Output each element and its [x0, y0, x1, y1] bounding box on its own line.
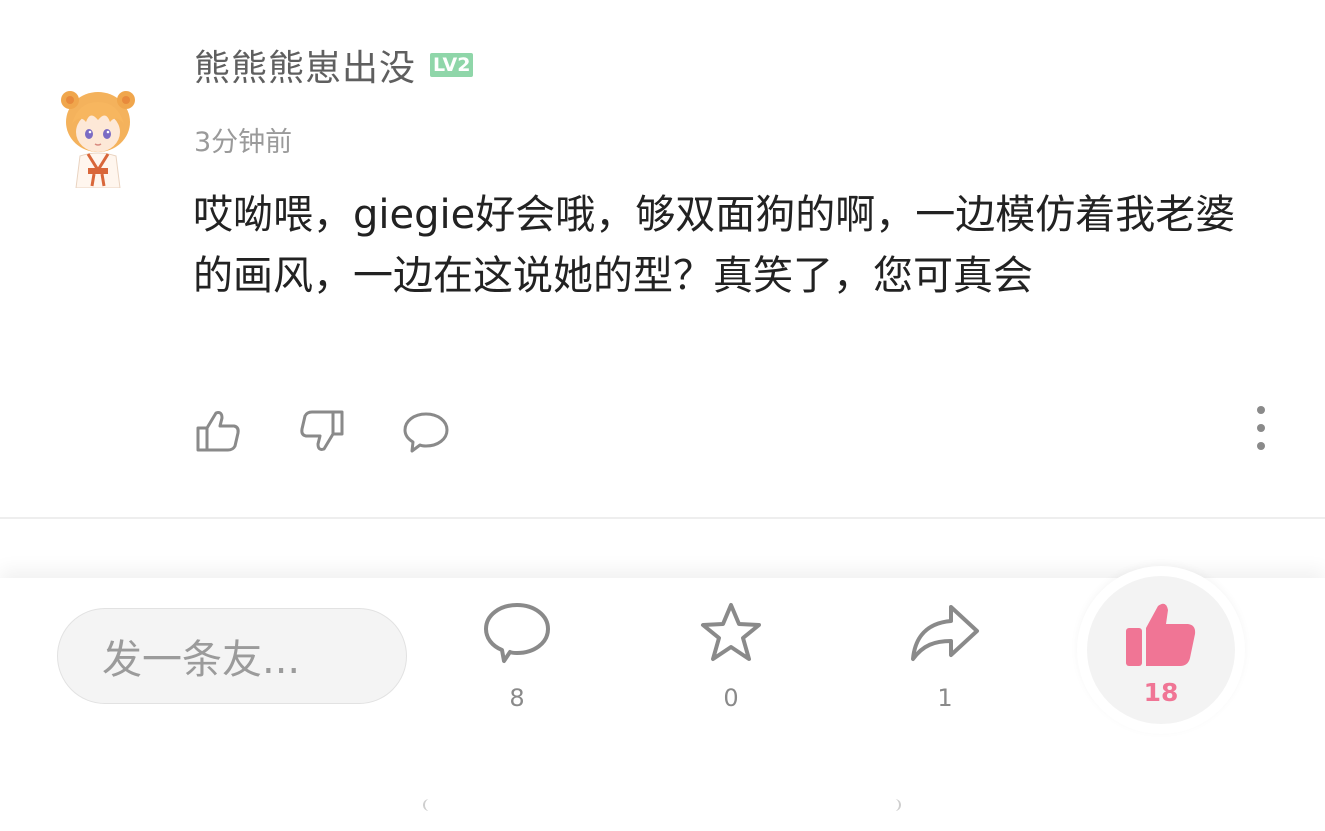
reply-button[interactable] [398, 404, 454, 458]
divider [0, 517, 1325, 519]
like-count: 18 [1143, 678, 1179, 707]
comment-actions [190, 404, 502, 458]
comment-timestamp: 3分钟前 [194, 127, 293, 158]
favorite-count: 0 [723, 684, 739, 712]
like-button[interactable] [190, 404, 246, 458]
reply-placeholder: 发一条友... [102, 637, 301, 683]
thumbs-up-outline-icon [196, 411, 240, 452]
share-button[interactable]: 1 [890, 596, 1000, 716]
vertical-dots-icon [1257, 406, 1265, 414]
username[interactable]: 熊熊熊崽出没 [194, 39, 416, 91]
home-indicator[interactable] [425, 798, 899, 812]
comment-count: 8 [509, 684, 525, 712]
share-arrow-icon [911, 605, 979, 661]
star-icon [701, 603, 761, 661]
reply-input[interactable]: 发一条友... [57, 608, 407, 704]
comment-item: 熊熊熊崽出没 LV2 3分钟前 哎呦喂，giegie好会哦，够双面狗的啊，一边模… [0, 0, 1325, 518]
more-options-button[interactable] [1246, 402, 1276, 454]
comment-bubble-icon [484, 603, 550, 663]
bottom-action-bar: 发一条友... 8 0 1 18 [0, 566, 1325, 831]
speech-bubble-icon [403, 412, 449, 453]
thumbs-down-outline-icon [300, 410, 344, 451]
like-video-button[interactable]: 18 [1077, 566, 1245, 734]
comment-text: 哎呦喂，giegie好会哦，够双面狗的啊，一边模仿着我老婆的画风，一边在这说她的… [193, 192, 1236, 299]
page: 熊熊熊崽出没 LV2 3分钟前 哎呦喂，giegie好会哦，够双面狗的啊，一边模… [0, 0, 1325, 831]
username-row: 熊熊熊崽出没 LV2 [194, 39, 474, 91]
comments-button[interactable]: 8 [462, 596, 572, 716]
thumbs-up-filled-icon [1126, 603, 1196, 666]
dislike-button[interactable] [294, 404, 350, 458]
favorite-button[interactable]: 0 [676, 596, 786, 716]
share-count: 1 [937, 684, 953, 712]
user-avatar[interactable] [58, 88, 138, 189]
level-badge: LV2 [430, 53, 474, 77]
